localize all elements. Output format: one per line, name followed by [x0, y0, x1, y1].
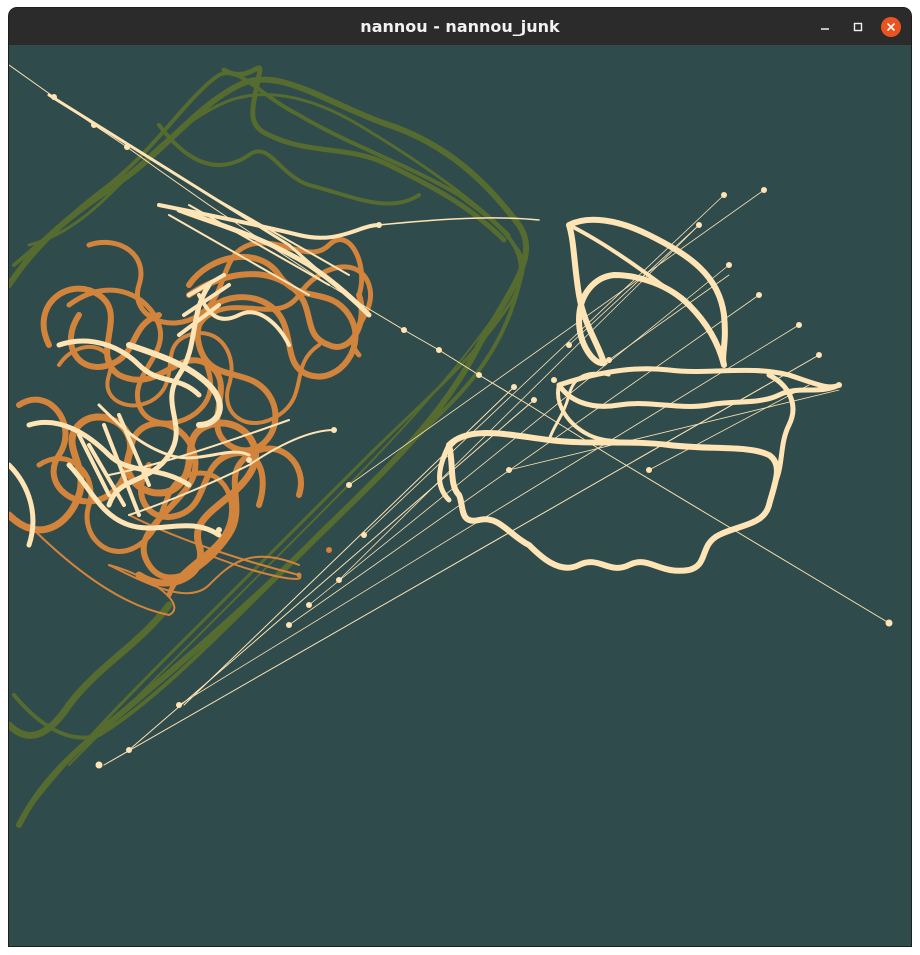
app-window: nannou - nannou_junk	[9, 8, 911, 946]
cream-strokes	[9, 64, 890, 766]
close-button[interactable]	[881, 17, 901, 37]
maximize-icon	[853, 22, 863, 32]
drawing-canvas[interactable]	[9, 45, 911, 946]
generative-art	[9, 64, 893, 828]
maximize-button[interactable]	[848, 17, 868, 37]
close-icon	[887, 23, 895, 31]
title-bar[interactable]: nannou - nannou_junk	[9, 8, 911, 45]
window-title: nannou - nannou_junk	[360, 17, 560, 36]
minimize-button[interactable]	[815, 17, 835, 37]
minimize-icon	[821, 28, 829, 30]
